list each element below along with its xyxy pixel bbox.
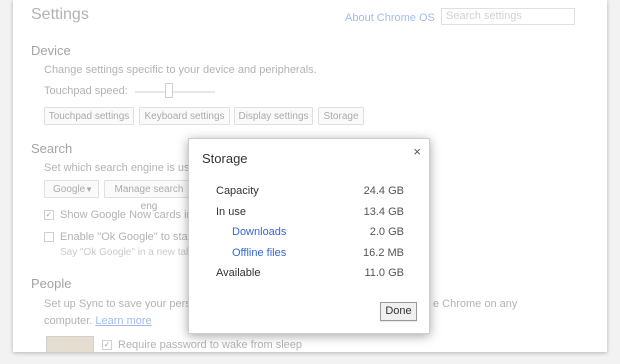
people-description-line2: computer. Learn more xyxy=(44,315,152,327)
close-icon[interactable]: × xyxy=(413,144,421,159)
available-label: Available xyxy=(216,267,261,279)
manage-search-engines-button[interactable]: Manage search eng xyxy=(104,180,194,212)
page-title: Settings xyxy=(31,6,89,23)
done-button[interactable]: Done xyxy=(380,302,417,321)
search-engine-select[interactable]: Google ▼ xyxy=(44,180,99,198)
avatar xyxy=(46,336,94,352)
dialog-title: Storage xyxy=(202,151,248,166)
touchpad-speed-slider-handle[interactable] xyxy=(165,83,173,98)
require-password-checkbox[interactable]: ✓ xyxy=(102,340,112,350)
google-now-checkbox[interactable]: ✓ xyxy=(44,210,54,220)
people-heading: People xyxy=(31,276,72,291)
ok-google-checkbox[interactable] xyxy=(44,232,54,242)
touchpad-speed-slider[interactable] xyxy=(135,91,215,93)
offline-files-link[interactable]: Offline files xyxy=(232,247,286,259)
search-settings-input[interactable]: Search settings xyxy=(441,8,575,25)
require-password-label: Require password to wake from sleep xyxy=(118,339,303,351)
search-engine-value: Google xyxy=(53,184,86,195)
touchpad-settings-button[interactable]: Touchpad settings xyxy=(44,107,134,125)
storage-dialog: Storage × Capacity 24.4 GB In use 13.4 G… xyxy=(188,138,430,334)
people-description-continued: e Chrome on any xyxy=(433,298,518,310)
keyboard-settings-button[interactable]: Keyboard settings xyxy=(139,107,230,125)
in-use-value: 13.4 GB xyxy=(363,206,404,218)
capacity-value: 24.4 GB xyxy=(363,185,404,197)
learn-more-link[interactable]: Learn more xyxy=(95,315,151,327)
device-description: Change settings specific to your device … xyxy=(44,64,317,76)
ok-google-hint: Say "Ok Google" in a new tab, go xyxy=(60,247,209,258)
in-use-label: In use xyxy=(216,206,246,218)
about-chrome-os-link[interactable]: About Chrome OS xyxy=(345,12,435,24)
storage-button[interactable]: Storage xyxy=(318,107,364,125)
available-value: 11.0 GB xyxy=(364,267,404,279)
device-heading: Device xyxy=(31,43,71,58)
display-settings-button[interactable]: Display settings xyxy=(234,107,313,125)
downloads-value: 2.0 GB xyxy=(369,226,404,238)
people-description-computer: computer. xyxy=(44,315,93,327)
offline-files-value: 16.2 MB xyxy=(363,247,404,259)
capacity-label: Capacity xyxy=(216,185,259,197)
downloads-link[interactable]: Downloads xyxy=(232,226,286,238)
touchpad-speed-label: Touchpad speed: xyxy=(44,85,128,97)
search-heading: Search xyxy=(31,141,73,156)
chevron-down-icon: ▼ xyxy=(85,185,93,194)
